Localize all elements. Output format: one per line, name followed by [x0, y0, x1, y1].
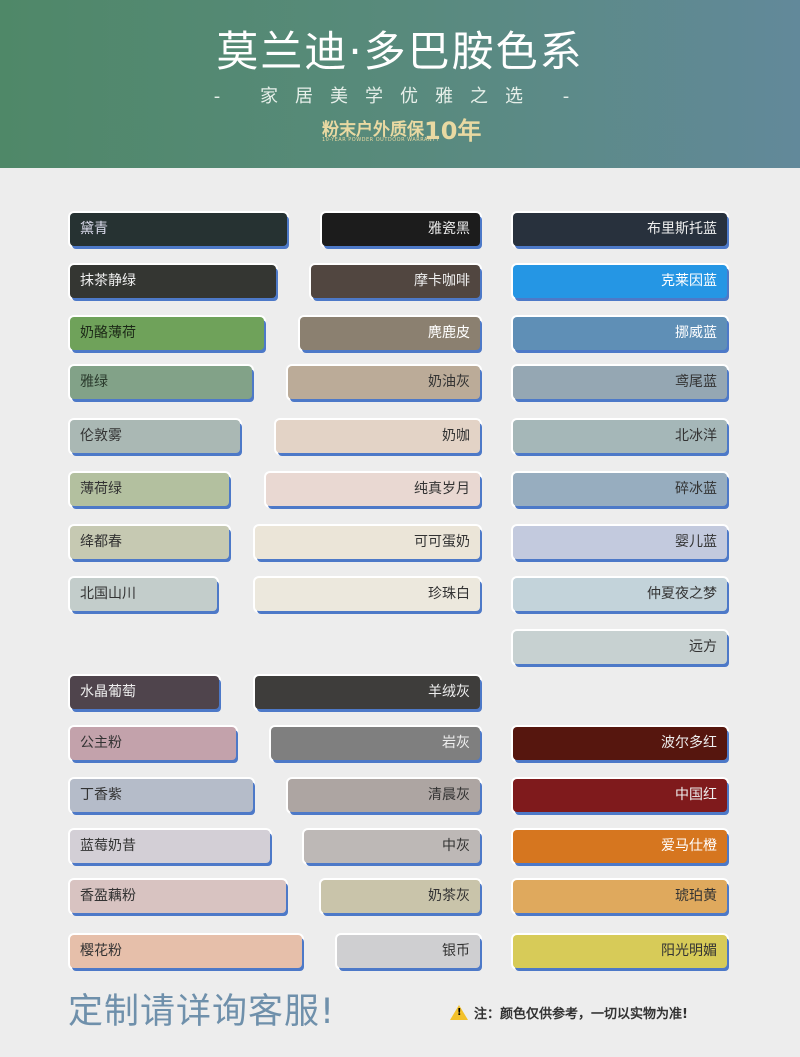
color-swatch: 雅绿 — [70, 366, 252, 399]
swatch-label: 仲夏夜之梦 — [647, 586, 717, 602]
swatch-label: 纯真岁月 — [414, 481, 470, 497]
color-swatch: 琥珀黄 — [513, 880, 727, 913]
swatch-label: 克莱因蓝 — [661, 273, 717, 289]
color-swatch: 仲夏夜之梦 — [513, 578, 727, 611]
contact-text: 定制请详询客服! — [68, 992, 336, 1032]
swatch-label: 鸢尾蓝 — [675, 374, 717, 390]
warning-icon — [450, 1005, 468, 1020]
swatch-label: 雅瓷黑 — [428, 221, 470, 237]
color-swatch: 羊绒灰 — [255, 676, 480, 709]
swatch-label: 中灰 — [442, 838, 470, 854]
swatch-label: 婴儿蓝 — [675, 534, 717, 550]
swatch-label: 挪威蓝 — [675, 325, 717, 341]
color-swatch: 克莱因蓝 — [513, 265, 727, 298]
swatch-label: 爱马仕橙 — [661, 838, 717, 854]
header-banner: 莫兰迪·多巴胺色系 - 家居美学优雅之选 - 粉末户外质保 10年 10-YEA… — [0, 0, 800, 168]
warranty-badge: 粉末户外质保 10年 10-YEAR POWDER OUTDOOR WARRAN… — [322, 115, 482, 145]
color-swatch: 挪威蓝 — [513, 317, 727, 350]
color-swatch: 薄荷绿 — [70, 473, 229, 506]
swatch-label: 琥珀黄 — [675, 888, 717, 904]
color-swatch: 绛都春 — [70, 526, 229, 559]
color-swatch: 远方 — [513, 631, 727, 664]
color-swatch: 阳光明媚 — [513, 935, 727, 968]
disclaimer: 注：颜色仅供参考，一切以实物为准! — [450, 1003, 688, 1022]
color-swatch: 北冰洋 — [513, 420, 727, 453]
color-swatch: 中灰 — [304, 830, 480, 863]
color-swatch: 银币 — [337, 935, 480, 968]
swatch-label: 北国山川 — [80, 586, 136, 602]
swatch-label: 银币 — [442, 943, 470, 959]
color-swatch: 岩灰 — [271, 727, 480, 760]
swatch-label: 抹茶静绿 — [80, 273, 136, 289]
swatch-label: 波尔多红 — [661, 735, 717, 751]
swatch-label: 珍珠白 — [428, 586, 470, 602]
swatch-label: 阳光明媚 — [661, 943, 717, 959]
color-swatch: 清晨灰 — [288, 779, 480, 812]
color-swatch: 麂鹿皮 — [300, 317, 480, 350]
swatch-label: 薄荷绿 — [80, 481, 122, 497]
swatch-label: 中国红 — [675, 787, 717, 803]
color-swatch: 奶油灰 — [288, 366, 480, 399]
swatch-label: 北冰洋 — [675, 428, 717, 444]
color-swatch: 北国山川 — [70, 578, 217, 611]
swatch-label: 远方 — [689, 639, 717, 655]
swatch-label: 奶茶灰 — [428, 888, 470, 904]
swatch-label: 公主粉 — [80, 735, 122, 751]
swatch-label: 摩卡咖啡 — [414, 273, 470, 289]
color-swatch: 布里斯托蓝 — [513, 213, 727, 246]
swatch-label: 布里斯托蓝 — [647, 221, 717, 237]
swatch-label: 羊绒灰 — [428, 684, 470, 700]
swatch-label: 麂鹿皮 — [428, 325, 470, 341]
color-swatch: 香盈藕粉 — [70, 880, 286, 913]
color-swatch: 黛青 — [70, 213, 287, 246]
color-swatch: 水晶葡萄 — [70, 676, 219, 709]
swatch-label: 绛都春 — [80, 534, 122, 550]
color-swatch: 纯真岁月 — [266, 473, 480, 506]
swatch-label: 碎冰蓝 — [675, 481, 717, 497]
color-swatch: 伦敦雾 — [70, 420, 240, 453]
badge-years: 10年 — [424, 117, 482, 145]
swatch-label: 清晨灰 — [428, 787, 470, 803]
color-swatch: 樱花粉 — [70, 935, 302, 968]
swatch-label: 雅绿 — [80, 374, 108, 390]
color-swatch: 波尔多红 — [513, 727, 727, 760]
color-swatch: 丁香紫 — [70, 779, 253, 812]
swatch-label: 香盈藕粉 — [80, 888, 136, 904]
color-swatch: 蓝莓奶昔 — [70, 830, 270, 863]
swatch-label: 黛青 — [80, 221, 108, 237]
color-swatch: 奶茶灰 — [321, 880, 480, 913]
color-swatch: 碎冰蓝 — [513, 473, 727, 506]
color-swatch: 雅瓷黑 — [322, 213, 480, 246]
disclaimer-text: 注：颜色仅供参考，一切以实物为准! — [474, 1007, 688, 1022]
color-swatch: 摩卡咖啡 — [311, 265, 480, 298]
color-swatch: 奶酪薄荷 — [70, 317, 264, 350]
swatch-label: 奶咖 — [442, 428, 470, 444]
swatch-label: 蓝莓奶昔 — [80, 838, 136, 854]
page-title: 莫兰迪·多巴胺色系 — [216, 27, 584, 76]
color-swatch: 抹茶静绿 — [70, 265, 276, 298]
color-swatch: 婴儿蓝 — [513, 526, 727, 559]
swatch-label: 岩灰 — [442, 735, 470, 751]
subtitle: - 家居美学优雅之选 - — [213, 86, 587, 107]
color-swatch: 中国红 — [513, 779, 727, 812]
swatch-label: 樱花粉 — [80, 943, 122, 959]
color-swatch: 爱马仕橙 — [513, 830, 727, 863]
color-swatch: 珍珠白 — [255, 578, 480, 611]
swatch-label: 水晶葡萄 — [80, 684, 136, 700]
swatch-label: 伦敦雾 — [80, 428, 122, 444]
swatch-label: 可可蛋奶 — [414, 534, 470, 550]
swatch-label: 奶酪薄荷 — [80, 325, 136, 341]
swatch-label: 丁香紫 — [80, 787, 122, 803]
color-swatch: 鸢尾蓝 — [513, 366, 727, 399]
swatch-label: 奶油灰 — [428, 374, 470, 390]
color-swatch: 奶咖 — [276, 420, 480, 453]
color-swatch: 可可蛋奶 — [255, 526, 480, 559]
color-swatch: 公主粉 — [70, 727, 236, 760]
